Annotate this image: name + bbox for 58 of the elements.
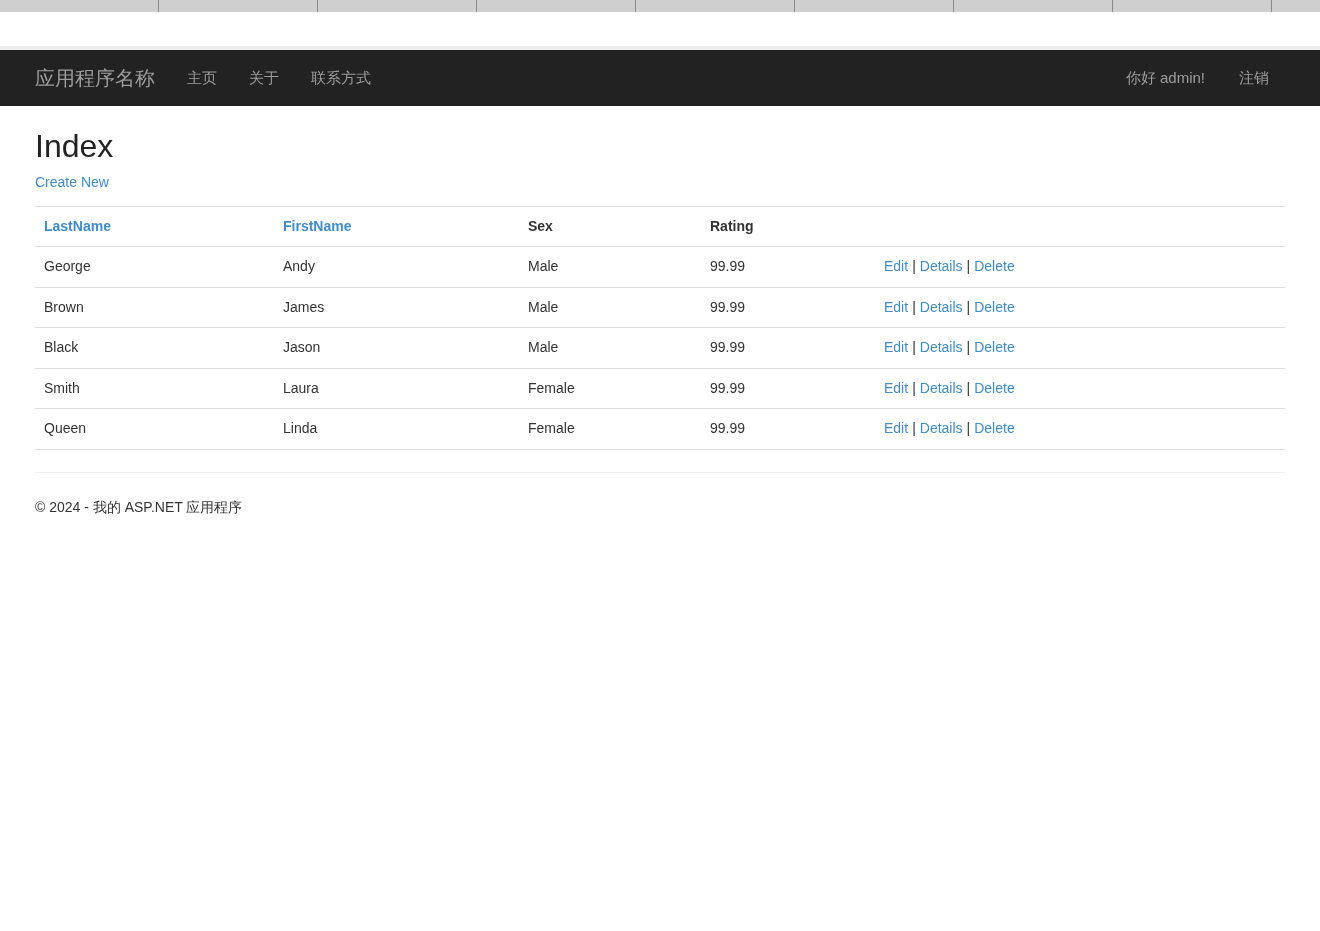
table-cell: Male: [528, 298, 559, 315]
separator: |: [966, 258, 971, 275]
create-new-link[interactable]: Create New: [35, 172, 109, 193]
nav-link[interactable]: 主页: [187, 66, 217, 90]
action-link[interactable]: Delete: [974, 420, 1015, 437]
sort-link[interactable]: FirstName: [283, 218, 352, 234]
logout-link[interactable]: 注销: [1239, 66, 1269, 90]
action-link[interactable]: Edit: [884, 258, 909, 275]
table-cell: Queen: [44, 420, 87, 437]
brand-link[interactable]: 应用程序名称: [35, 63, 155, 93]
separator: |: [966, 420, 971, 437]
separator: |: [966, 298, 971, 315]
action-link[interactable]: Edit: [884, 379, 909, 396]
separator: |: [912, 339, 916, 356]
action-link[interactable]: Details: [919, 420, 963, 437]
action-link[interactable]: Delete: [974, 258, 1015, 275]
action-link[interactable]: Delete: [974, 379, 1015, 396]
action-link[interactable]: Details: [919, 379, 963, 396]
action-link[interactable]: Details: [919, 258, 963, 275]
separator: |: [912, 379, 916, 396]
action-link[interactable]: Edit: [884, 339, 909, 356]
table-cell: Female: [528, 420, 575, 437]
nav-link[interactable]: 关于: [249, 66, 279, 90]
table-cell: Linda: [283, 420, 318, 437]
table-cell: Female: [528, 379, 575, 396]
sort-link[interactable]: LastName: [44, 218, 111, 234]
table-cell: 99.99: [710, 298, 746, 315]
table-cell: 99.99: [710, 420, 746, 437]
table-cell: Male: [528, 258, 559, 275]
table-cell: Andy: [283, 258, 315, 275]
action-link[interactable]: Edit: [884, 420, 909, 437]
table-cell: Male: [528, 339, 559, 356]
table-cell: 99.99: [710, 258, 746, 275]
greeting-link[interactable]: 你好 admin!: [1125, 66, 1205, 90]
table-cell: George: [44, 258, 91, 275]
column-header: Rating: [710, 218, 754, 234]
separator: |: [912, 258, 916, 275]
table-cell: Black: [44, 339, 79, 356]
table-cell: James: [283, 298, 325, 315]
page-title: Index: [35, 128, 115, 164]
table-cell: Laura: [283, 379, 319, 396]
table-cell: 99.99: [710, 339, 746, 356]
table-cell: Jason: [283, 339, 321, 356]
action-link[interactable]: Delete: [974, 339, 1015, 356]
separator: |: [966, 379, 971, 396]
footer-text: © 2024 - 我的 ASP.NET 应用程序: [35, 497, 244, 517]
separator: |: [966, 339, 971, 356]
table-cell: Smith: [44, 379, 80, 396]
table-cell: 99.99: [710, 379, 746, 396]
nav-link[interactable]: 联系方式: [311, 66, 371, 90]
action-link[interactable]: Details: [919, 298, 963, 315]
table-cell: Brown: [44, 298, 84, 315]
column-header: Sex: [528, 218, 553, 234]
action-link[interactable]: Edit: [884, 298, 909, 315]
separator: |: [912, 420, 916, 437]
action-link[interactable]: Details: [919, 339, 963, 356]
action-link[interactable]: Delete: [974, 298, 1015, 315]
separator: |: [912, 298, 916, 315]
